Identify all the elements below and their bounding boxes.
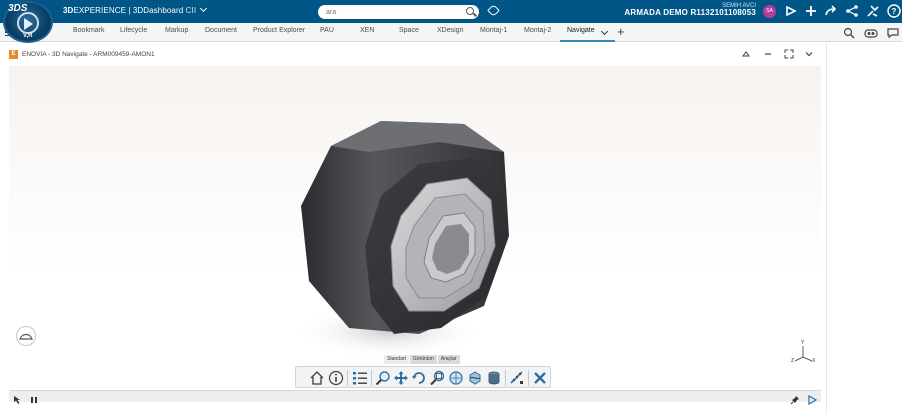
right-panel	[826, 43, 902, 414]
toolbar-tab-araclar[interactable]: Araçlar	[437, 355, 460, 364]
user-info[interactable]: SEMIH AVCI ARMADA DEMO R1132101108053	[624, 3, 756, 17]
play-icon[interactable]	[807, 392, 818, 406]
top-bar: V,R 3DS 3DEXPERIENCE | 3DDashboard CII S…	[0, 0, 902, 43]
toolbar-divider	[528, 370, 529, 386]
home-icon[interactable]	[309, 370, 325, 386]
toolbar-tabs: Standart Görünüm Araçlar	[384, 355, 461, 365]
tab-bar: Bookmark Lifecycle Markup Document Produ…	[0, 23, 902, 42]
chevron-down-icon[interactable]	[600, 27, 609, 36]
fit-all-icon[interactable]	[448, 370, 464, 386]
svg-text:?: ?	[892, 7, 897, 16]
tab-space[interactable]: Space	[399, 27, 419, 34]
list-icon[interactable]	[352, 370, 368, 386]
axis-triad: Y Z X	[790, 340, 816, 367]
search-input[interactable]	[326, 7, 456, 17]
brand-main: EXPERIENCE | 3DDashboard	[73, 6, 184, 15]
tab-xdesign[interactable]: XDesign	[437, 27, 463, 34]
maximize-icon[interactable]	[784, 49, 794, 59]
bottom-bar	[9, 390, 821, 406]
3d-model[interactable]	[9, 66, 821, 390]
brand-suffix: CII	[185, 6, 197, 15]
pause-icon[interactable]	[29, 392, 39, 403]
select-arrow-icon[interactable]	[13, 392, 23, 404]
compose-icon[interactable]	[784, 4, 798, 18]
zoom-area-icon[interactable]	[429, 370, 445, 386]
play-icon	[24, 18, 33, 30]
search-icon[interactable]	[466, 7, 474, 15]
axis-z-label: Z	[791, 358, 795, 364]
action-toolbar	[295, 366, 551, 388]
axis-y-label: Y	[801, 340, 805, 346]
toolbar-divider	[505, 370, 506, 386]
tab-lifecycle[interactable]: Lifecycle	[120, 27, 147, 34]
tab-product-explorer[interactable]: Product Explorer	[253, 27, 305, 34]
view-icon[interactable]	[864, 26, 878, 38]
tab-montaj-2[interactable]: Montaj-2	[524, 27, 551, 34]
chat-icon[interactable]	[887, 26, 899, 39]
pan-icon[interactable]	[393, 370, 409, 386]
rotate-icon[interactable]	[411, 370, 427, 386]
section-icon[interactable]	[467, 370, 483, 386]
widget-header: E ENOVIA - 3D Navigate - ARM009459-AMON1	[0, 43, 826, 66]
compass-label: V,R	[23, 33, 33, 39]
axis-x-label: X	[812, 358, 816, 364]
add-tab-icon[interactable]: +	[617, 24, 625, 39]
cylinder-icon[interactable]	[486, 370, 502, 386]
search-box[interactable]	[318, 5, 479, 19]
tab-document[interactable]: Document	[205, 27, 237, 34]
measure-icon[interactable]	[509, 370, 525, 386]
zoom-icon[interactable]	[375, 370, 391, 386]
tab-pau[interactable]: PAU	[320, 27, 334, 34]
3d-viewport[interactable]: Y Z X StandartGörünümAraçlar ▾	[9, 66, 821, 390]
chevron-down-icon	[200, 4, 208, 13]
brand-prefix: 3D	[63, 6, 74, 15]
avatar[interactable]: SA	[763, 5, 776, 18]
network-icon[interactable]	[845, 4, 859, 18]
user-company: ARMADA DEMO R1132101108053	[624, 8, 756, 17]
ds-logo: 3DS	[8, 3, 28, 14]
tab-montaj-1[interactable]: Montaj-1	[480, 27, 507, 34]
enovia-app-icon: E	[9, 50, 18, 59]
tab-bookmark[interactable]: Bookmark	[73, 27, 105, 34]
widget-title: ENOVIA - 3D Navigate - ARM009459-AMON1	[22, 51, 155, 58]
toolbar-tab-standart[interactable]: Standart	[384, 355, 409, 364]
minimize-icon[interactable]	[763, 49, 773, 59]
help-icon[interactable]: ?	[887, 4, 901, 18]
pin-icon[interactable]	[790, 392, 800, 405]
tab-navigate[interactable]: Navigate	[567, 27, 595, 34]
collapse-icon[interactable]	[741, 49, 751, 59]
navigation-cube-icon[interactable]	[16, 326, 36, 346]
toolbar-divider	[347, 370, 348, 386]
chevron-down-icon[interactable]	[804, 49, 814, 59]
toolbar-divider	[371, 370, 372, 386]
add-icon[interactable]	[804, 4, 818, 18]
share-icon[interactable]	[824, 4, 838, 18]
toolbar-tab-gorunum[interactable]: Görünüm	[409, 355, 437, 364]
active-tab-indicator	[560, 40, 615, 42]
info-icon[interactable]	[328, 370, 344, 386]
tools-icon[interactable]	[866, 4, 880, 18]
search-tools-icon[interactable]	[843, 26, 855, 39]
tab-markup[interactable]: Markup	[165, 27, 188, 34]
close-icon[interactable]	[532, 370, 548, 386]
brand-title[interactable]: 3DEXPERIENCE | 3DDashboard CII	[63, 4, 208, 15]
tab-xen[interactable]: XEN	[360, 27, 374, 34]
tag-icon[interactable]	[487, 4, 500, 17]
